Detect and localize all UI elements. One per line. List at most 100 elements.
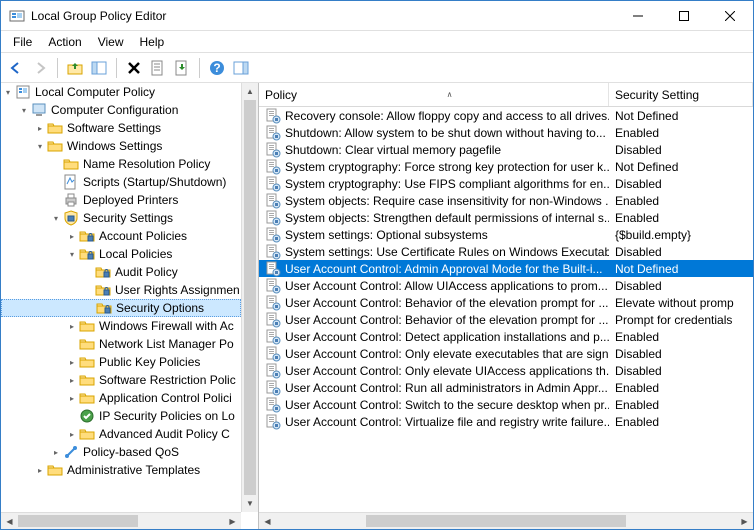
- expand-toggle-icon[interactable]: ▸: [49, 445, 63, 459]
- tree-item[interactable]: ▾Local Computer Policy: [1, 83, 241, 101]
- scroll-thumb[interactable]: [366, 515, 626, 527]
- tree-item[interactable]: Scripts (Startup/Shutdown): [1, 173, 241, 191]
- list-row[interactable]: User Account Control: Only elevate UIAcc…: [259, 362, 753, 379]
- close-button[interactable]: [707, 1, 753, 31]
- list-row[interactable]: System settings: Optional subsystems{$bu…: [259, 226, 753, 243]
- tree-item[interactable]: ▸Software Settings: [1, 119, 241, 137]
- expand-toggle-icon[interactable]: [81, 265, 95, 279]
- menu-action[interactable]: Action: [40, 33, 89, 51]
- tree-item[interactable]: ▸Public Key Policies: [1, 353, 241, 371]
- list-row[interactable]: System objects: Strengthen default permi…: [259, 209, 753, 226]
- show-hide-tree-button[interactable]: [88, 57, 110, 79]
- list-body[interactable]: Recovery console: Allow floppy copy and …: [259, 107, 753, 512]
- expand-toggle-icon[interactable]: ▸: [65, 319, 79, 333]
- list-row[interactable]: User Account Control: Detect application…: [259, 328, 753, 345]
- expand-toggle-icon[interactable]: ▾: [1, 85, 15, 99]
- menu-file[interactable]: File: [5, 33, 40, 51]
- tree-item[interactable]: User Rights Assignmen: [1, 281, 241, 299]
- expand-toggle-icon[interactable]: ▸: [33, 463, 47, 477]
- tree-item[interactable]: ▸Policy-based QoS: [1, 443, 241, 461]
- computer-icon: [31, 102, 47, 118]
- expand-toggle-icon[interactable]: ▾: [33, 139, 47, 153]
- expand-toggle-icon[interactable]: [65, 409, 79, 423]
- tree-item[interactable]: ▾Windows Settings: [1, 137, 241, 155]
- expand-toggle-icon[interactable]: ▾: [49, 211, 63, 225]
- tree-item[interactable]: Deployed Printers: [1, 191, 241, 209]
- list-row[interactable]: User Account Control: Virtualize file an…: [259, 413, 753, 430]
- tree-item[interactable]: ▸Advanced Audit Policy C: [1, 425, 241, 443]
- expand-toggle-icon[interactable]: ▸: [65, 427, 79, 441]
- list-row[interactable]: User Account Control: Behavior of the el…: [259, 311, 753, 328]
- tree-item[interactable]: ▸Administrative Templates: [1, 461, 241, 479]
- list-row[interactable]: User Account Control: Only elevate execu…: [259, 345, 753, 362]
- list-row[interactable]: User Account Control: Admin Approval Mod…: [259, 260, 753, 277]
- tree-item[interactable]: ▸Software Restriction Polic: [1, 371, 241, 389]
- list-row[interactable]: User Account Control: Switch to the secu…: [259, 396, 753, 413]
- delete-button[interactable]: [123, 57, 145, 79]
- tree-item[interactable]: Audit Policy: [1, 263, 241, 281]
- list-row[interactable]: Shutdown: Allow system to be shut down w…: [259, 124, 753, 141]
- scroll-left-button[interactable]: ◀: [259, 513, 276, 529]
- properties-button[interactable]: [147, 57, 169, 79]
- maximize-button[interactable]: [661, 1, 707, 31]
- tree-item[interactable]: Security Options: [1, 299, 241, 317]
- scroll-up-button[interactable]: ▲: [242, 83, 258, 100]
- scroll-right-button[interactable]: ▶: [224, 513, 241, 529]
- list-row[interactable]: System settings: Use Certificate Rules o…: [259, 243, 753, 260]
- policy-text: User Account Control: Only elevate execu…: [285, 347, 609, 361]
- tree-horizontal-scrollbar[interactable]: ◀ ▶: [1, 512, 241, 529]
- tree-item[interactable]: Network List Manager Po: [1, 335, 241, 353]
- scroll-left-button[interactable]: ◀: [1, 513, 18, 529]
- menu-view[interactable]: View: [90, 33, 132, 51]
- tree[interactable]: ▾Local Computer Policy▾Computer Configur…: [1, 83, 241, 512]
- expand-toggle-icon[interactable]: [49, 193, 63, 207]
- scroll-track[interactable]: [276, 513, 736, 529]
- help-button[interactable]: ?: [206, 57, 228, 79]
- policy-text: System settings: Optional subsystems: [285, 228, 488, 242]
- show-hide-action-pane-button[interactable]: [230, 57, 252, 79]
- scroll-down-button[interactable]: ▼: [242, 495, 258, 512]
- scroll-thumb[interactable]: [18, 515, 138, 527]
- back-button[interactable]: [5, 57, 27, 79]
- tree-item[interactable]: ▸Application Control Polici: [1, 389, 241, 407]
- list-row[interactable]: User Account Control: Run all administra…: [259, 379, 753, 396]
- up-button[interactable]: [64, 57, 86, 79]
- tree-item[interactable]: Name Resolution Policy: [1, 155, 241, 173]
- tree-item[interactable]: IP Security Policies on Lo: [1, 407, 241, 425]
- export-list-button[interactable]: [171, 57, 193, 79]
- expand-toggle-icon[interactable]: ▾: [17, 103, 31, 117]
- list-row[interactable]: System objects: Require case insensitivi…: [259, 192, 753, 209]
- folder-icon: [47, 462, 63, 478]
- list-row[interactable]: Recovery console: Allow floppy copy and …: [259, 107, 753, 124]
- expand-toggle-icon[interactable]: [65, 337, 79, 351]
- expand-toggle-icon[interactable]: ▸: [65, 373, 79, 387]
- expand-toggle-icon[interactable]: ▸: [65, 229, 79, 243]
- list-horizontal-scrollbar[interactable]: ◀ ▶: [259, 512, 753, 529]
- tree-vertical-scrollbar[interactable]: ▲ ▼: [241, 83, 258, 512]
- scroll-right-button[interactable]: ▶: [736, 513, 753, 529]
- tree-item[interactable]: ▾Computer Configuration: [1, 101, 241, 119]
- tree-item[interactable]: ▾Local Policies: [1, 245, 241, 263]
- list-row[interactable]: User Account Control: Allow UIAccess app…: [259, 277, 753, 294]
- forward-button[interactable]: [29, 57, 51, 79]
- expand-toggle-icon[interactable]: [81, 283, 95, 297]
- column-header-policy[interactable]: Policy ∧: [259, 83, 609, 106]
- expand-toggle-icon[interactable]: ▸: [65, 355, 79, 369]
- list-row[interactable]: User Account Control: Behavior of the el…: [259, 294, 753, 311]
- menu-help[interactable]: Help: [132, 33, 173, 51]
- tree-item[interactable]: ▸Account Policies: [1, 227, 241, 245]
- list-row[interactable]: System cryptography: Force strong key pr…: [259, 158, 753, 175]
- tree-item[interactable]: ▸Windows Firewall with Ac: [1, 317, 241, 335]
- list-row[interactable]: Shutdown: Clear virtual memory pagefileD…: [259, 141, 753, 158]
- expand-toggle-icon[interactable]: ▸: [33, 121, 47, 135]
- expand-toggle-icon[interactable]: [49, 157, 63, 171]
- minimize-button[interactable]: [615, 1, 661, 31]
- scroll-thumb[interactable]: [244, 100, 256, 495]
- list-row[interactable]: System cryptography: Use FIPS compliant …: [259, 175, 753, 192]
- expand-toggle-icon[interactable]: [82, 301, 96, 315]
- expand-toggle-icon[interactable]: ▸: [65, 391, 79, 405]
- expand-toggle-icon[interactable]: [49, 175, 63, 189]
- column-header-security-setting[interactable]: Security Setting: [609, 83, 753, 106]
- tree-item[interactable]: ▾Security Settings: [1, 209, 241, 227]
- expand-toggle-icon[interactable]: ▾: [65, 247, 79, 261]
